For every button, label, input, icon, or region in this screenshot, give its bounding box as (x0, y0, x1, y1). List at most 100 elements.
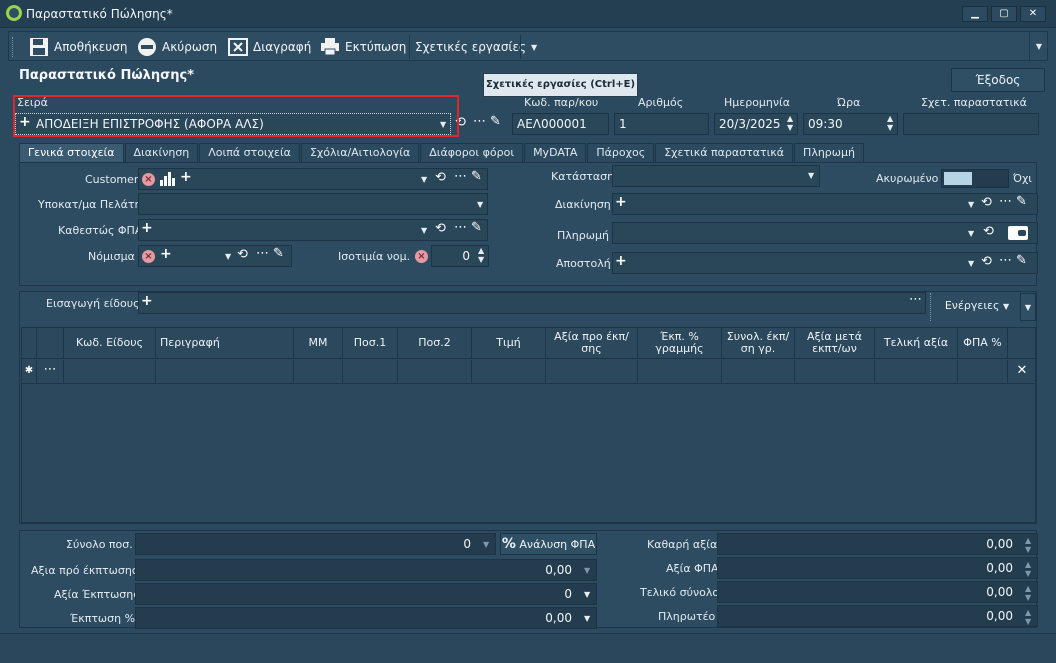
add-icon[interactable]: + (615, 194, 627, 210)
chevron-down-icon[interactable]: ▼ (584, 614, 590, 623)
refresh-icon[interactable]: ⟲ (435, 221, 446, 236)
grid-cell[interactable] (722, 360, 795, 384)
chevron-down-icon[interactable]: ▼ (808, 171, 814, 180)
close-window-button[interactable]: ✕ (1020, 6, 1046, 22)
tab-related-docs[interactable]: Σχετικά παραστατικά (655, 143, 794, 163)
date-spinner[interactable]: ▲ ▼ (787, 114, 793, 132)
chevron-down-icon[interactable]: ▼ (968, 200, 974, 209)
exit-button[interactable]: Έξοδος (951, 68, 1045, 92)
actions-overflow-button[interactable]: ▼ (1020, 293, 1036, 321)
chevron-down-icon[interactable]: ▼ (968, 259, 974, 268)
chevron-down-icon[interactable]: ▼ (584, 590, 590, 599)
more-icon[interactable]: ⋯ (999, 253, 1012, 268)
column-header[interactable]: Ποσ.2 (398, 328, 472, 359)
vat-analysis-button[interactable]: % Ανάλυση ΦΠΑ (500, 533, 597, 555)
branch-select[interactable] (138, 193, 488, 215)
time-field[interactable]: 09:30 (803, 113, 898, 135)
related-docs-field[interactable] (903, 113, 1039, 135)
status-select[interactable] (612, 165, 820, 187)
print-button[interactable]: Εκτύπωση (320, 37, 406, 57)
time-spinner[interactable]: ▲ ▼ (887, 114, 893, 132)
row-more-icon[interactable]: ⋯ (37, 360, 64, 384)
grid-cell[interactable] (875, 360, 958, 384)
more-icon[interactable]: ⋯ (999, 194, 1012, 209)
grid-cell[interactable] (343, 360, 398, 384)
code-field[interactable]: ΑΕΛ000001 (512, 113, 609, 135)
tab-other-info[interactable]: Λοιπά στοιχεία (199, 143, 300, 163)
tab-mydata[interactable]: MyDATA (524, 143, 587, 163)
add-icon[interactable]: + (141, 220, 153, 236)
toolbar-overflow-button[interactable]: ▼ (1029, 32, 1048, 60)
grid-cell[interactable] (156, 360, 294, 384)
delete-button[interactable]: Διαγραφή (228, 37, 311, 57)
edit-icon[interactable]: ✎ (1016, 194, 1027, 209)
tab-payment[interactable]: Πληρωμή (794, 143, 864, 163)
edit-icon[interactable]: ✎ (273, 246, 284, 261)
column-header[interactable]: Συνολ. έκπ/ση γρ. (722, 328, 795, 359)
clear-icon[interactable]: × (142, 250, 155, 263)
chevron-down-icon[interactable]: ▼ (968, 229, 974, 238)
grid-cell[interactable] (294, 360, 343, 384)
delete-row-icon[interactable]: ✕ (1008, 360, 1036, 384)
more-icon[interactable]: ⋯ (473, 114, 486, 129)
discount-percent-field[interactable]: 0,00 (135, 607, 597, 629)
chevron-down-icon[interactable]: ▼ (421, 226, 427, 235)
add-icon[interactable]: + (180, 169, 192, 185)
add-icon[interactable]: + (615, 253, 627, 269)
minimize-button[interactable]: ▁ (962, 6, 988, 22)
more-icon[interactable]: ⋯ (454, 169, 467, 184)
more-icon[interactable]: ⋯ (454, 220, 467, 235)
column-header[interactable]: Έκπ. % γραμμής (638, 328, 722, 359)
grid-cell[interactable] (795, 360, 875, 384)
refresh-icon[interactable]: ⟲ (983, 224, 994, 239)
tab-other-taxes[interactable]: Διάφοροι φόροι (420, 143, 524, 163)
edit-icon[interactable]: ✎ (1016, 253, 1027, 268)
actions-button[interactable]: Ενέργειες ▼ (937, 293, 1017, 321)
grid-cell[interactable] (638, 360, 722, 384)
column-header[interactable]: Κωδ. Είδους (64, 328, 156, 359)
edit-icon[interactable]: ✎ (471, 220, 482, 235)
tab-comments[interactable]: Σχόλια/Αιτιολογία (300, 143, 420, 163)
column-header[interactable]: ΜΜ (294, 328, 343, 359)
chevron-down-icon[interactable]: ▼ (477, 200, 483, 209)
refresh-icon[interactable]: ⟲ (435, 170, 446, 185)
grid-cell[interactable] (958, 360, 1008, 384)
tab-shipping[interactable]: Διακίνηση (124, 143, 199, 163)
save-button[interactable]: Αποθήκευση (29, 37, 127, 57)
parity-spinner[interactable]: ▲ ▼ (478, 246, 484, 264)
tab-general[interactable]: Γενικά στοιχεία (19, 143, 124, 163)
maximize-button[interactable]: ▢ (991, 6, 1017, 22)
refresh-icon[interactable]: ⟲ (981, 254, 992, 269)
column-header[interactable]: Αξία προ έκπ/σης (546, 328, 638, 359)
more-icon[interactable]: ⋯ (256, 246, 269, 261)
clear-icon[interactable]: × (142, 173, 155, 186)
grid-cell[interactable] (64, 360, 156, 384)
chevron-down-icon[interactable]: ▼ (225, 252, 231, 261)
refresh-icon[interactable]: ⟲ (981, 195, 992, 210)
chevron-down-icon[interactable]: ▼ (421, 175, 427, 184)
cancelled-toggle[interactable] (941, 169, 1009, 188)
clear-icon[interactable]: × (415, 250, 428, 263)
column-header[interactable]: ΦΠΑ % (958, 328, 1008, 359)
grid-cell[interactable] (472, 360, 546, 384)
column-header[interactable]: Ποσ.1 (343, 328, 398, 359)
column-header[interactable]: Αξία μετά εκπτ/ων (795, 328, 875, 359)
cancel-button[interactable]: Ακύρωση (137, 37, 217, 57)
grid-cell[interactable] (398, 360, 472, 384)
tab-provider[interactable]: Πάροχος (587, 143, 655, 163)
date-field[interactable]: 20/3/2025 (714, 113, 798, 135)
wallet-icon[interactable] (1008, 226, 1028, 240)
add-icon[interactable]: + (141, 293, 153, 309)
more-icon[interactable]: ⋯ (909, 292, 922, 307)
edit-icon[interactable]: ✎ (471, 169, 482, 184)
insert-item-field[interactable] (138, 292, 926, 314)
column-header[interactable]: Περιγραφή (156, 328, 294, 359)
edit-icon[interactable]: ✎ (490, 114, 501, 129)
column-header[interactable]: Τελική αξία (875, 328, 958, 359)
column-header[interactable]: Τιμή (472, 328, 546, 359)
grid-cell[interactable] (546, 360, 638, 384)
number-field[interactable]: 1 (614, 113, 709, 135)
bar-chart-icon[interactable] (160, 172, 176, 186)
refresh-icon[interactable]: ⟲ (237, 247, 248, 262)
related-tasks-button[interactable]: Σχετικές εργασίες ▼ (415, 37, 537, 57)
